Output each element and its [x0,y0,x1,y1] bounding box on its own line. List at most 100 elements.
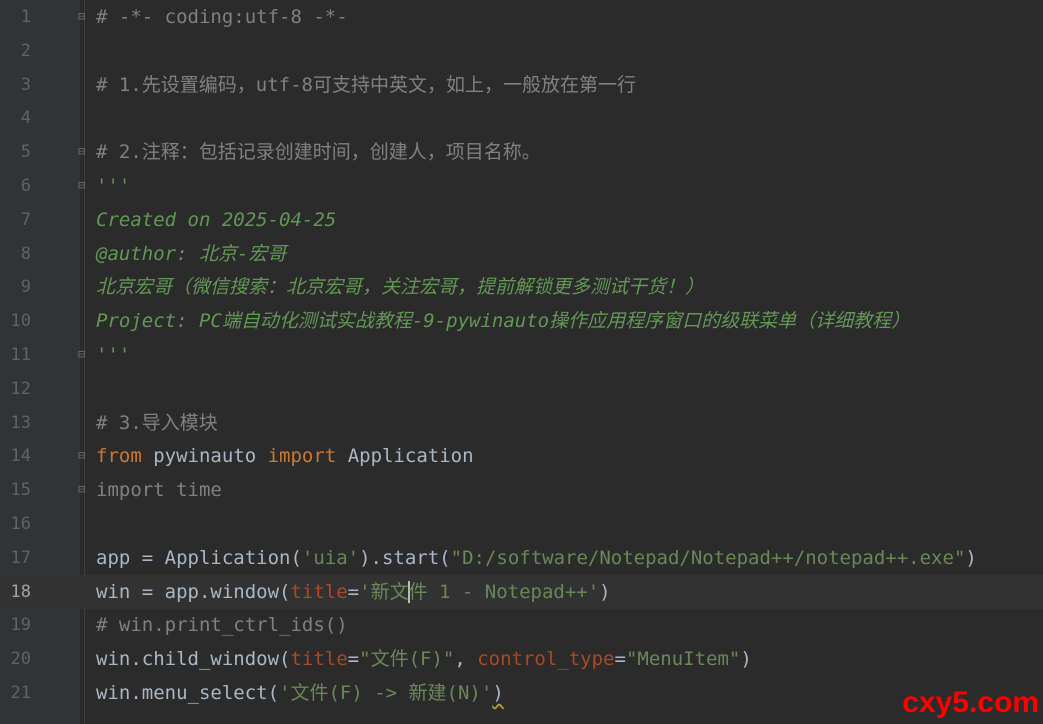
code-line[interactable]: 1 ⊟ # -*- coding:utf-8 -*- [0,0,1043,34]
code-token: import [267,445,337,468]
line-number: 13 [10,412,31,433]
line-number: 15 [10,480,31,501]
code-line[interactable]: 20 win.child_window(title="文件(F)", contro… [0,642,1043,676]
line-number: 20 [10,649,31,670]
fold-marker-icon[interactable]: ⊟ [78,10,88,22]
code-token: "D:/software/Notepad/Notepad++/notepad++… [450,546,966,569]
code-line[interactable]: 19 # win.print_ctrl_ids() [0,608,1043,642]
fold-marker-icon[interactable]: ⊟ [78,348,88,360]
fold-marker-icon[interactable]: ⊟ [78,483,88,495]
line-number: 2 [20,40,31,61]
code-token: app = Application( [96,546,302,569]
code-text[interactable]: # 3.导入模块 [96,406,218,440]
code-token: ) [599,580,611,603]
line-number: 17 [10,547,31,568]
code-token: "文件(F)" [359,648,455,671]
code-text[interactable]: import time [96,473,222,507]
fold-marker-icon[interactable]: ⊟ [78,179,88,191]
code-token: ) [965,546,977,569]
code-text[interactable]: # -*- coding:utf-8 -*- [96,0,348,34]
line-number: 4 [20,108,31,129]
fold-marker-icon[interactable]: ⊟ [78,449,88,461]
code-token: # 1.先设置编码，utf-8可支持中英文，如上，一般放在第一行 [96,73,636,96]
code-text[interactable]: 北京宏哥（微信搜索：北京宏哥，关注宏哥，提前解锁更多测试干货！） [96,270,704,304]
code-text[interactable]: @author: 北京-宏哥 [96,237,286,271]
watermark: cxy5.com [902,686,1039,719]
code-line[interactable]: 16 [0,507,1043,541]
code-token: Project: PC端自动化测试实战教程-9-pywinauto操作应用程序窗… [96,310,911,333]
code-line[interactable]: 11 ⊟ ''' [0,338,1043,372]
line-number: 19 [10,615,31,636]
code-line[interactable]: 13 # 3.导入模块 [0,406,1043,440]
code-token: title [290,580,348,603]
code-token: 'uia' [301,546,360,569]
line-number: 21 [10,683,31,703]
code-token: = [347,648,360,671]
line-number: 5 [20,142,31,163]
line-number: 7 [20,209,31,230]
line-number: 9 [20,277,31,298]
code-token: @author: 北京-宏哥 [96,242,287,265]
code-line[interactable]: 10 Project: PC端自动化测试实战教程-9-pywinauto操作应用程… [0,304,1043,338]
code-token: import time [96,479,222,502]
line-number: 16 [10,514,31,534]
code-text[interactable]: win.menu_select('文件(F) -> 新建(N)') [96,676,504,710]
code-token: Application [336,445,474,468]
code-text[interactable]: ''' [96,169,130,203]
code-line[interactable]: 8 @author: 北京-宏哥 [0,237,1043,271]
code-text[interactable]: win = app.window(title='新文件 1 - Notepad+… [96,575,611,609]
code-token: ) [492,682,504,704]
code-line[interactable]: 7 Created on 2025-04-25 [0,203,1043,237]
code-token: # win.print_ctrl_ids() [96,614,348,637]
line-number: 18 [10,581,31,602]
code-line[interactable]: 4 [0,101,1043,135]
code-text[interactable]: Created on 2025-04-25 [96,203,336,237]
code-token: pywinauto [141,445,268,468]
code-line[interactable]: 12 [0,372,1043,406]
code-line[interactable]: 6 ⊟ ''' [0,169,1043,203]
code-token: # -*- coding:utf-8 -*- [96,6,348,28]
code-text[interactable]: Project: PC端自动化测试实战教程-9-pywinauto操作应用程序窗… [96,304,910,338]
code-token: ).start( [359,546,451,569]
code-text[interactable]: ''' [96,338,130,372]
code-token: win.child_window( [96,648,291,671]
code-line[interactable]: 15 ⊟ import time [0,473,1043,507]
code-token: 件 1 - Notepad++' [408,580,600,603]
fold-marker-icon[interactable]: ⊟ [78,145,88,157]
code-line[interactable]: 21 win.menu_select('文件(F) -> 新建(N)') [0,676,1043,710]
line-number: 3 [20,74,31,95]
line-number: 1 [20,7,31,27]
code-token: from [96,445,142,468]
code-token: ''' [96,344,131,366]
code-line[interactable]: 9 北京宏哥（微信搜索：北京宏哥，关注宏哥，提前解锁更多测试干货！） [0,270,1043,304]
code-line[interactable]: 5 ⊟ # 2.注释：包括记录创建时间，创建人，项目名称。 [0,135,1043,169]
code-editor[interactable]: 1 ⊟ # -*- coding:utf-8 -*- 2 3 # 1.先设置编码，utf-… [0,0,1043,724]
code-token: '文件(F) -> 新建(N)' [279,682,493,704]
code-text[interactable]: # 2.注释：包括记录创建时间，创建人，项目名称。 [96,135,541,169]
line-number: 12 [10,378,31,399]
code-text[interactable]: win.child_window(title="文件(F)", control_… [96,642,752,676]
line-number: 6 [20,176,31,196]
code-token: '新文 [359,580,409,603]
code-line[interactable]: 14 ⊟ from pywinauto import Application [0,439,1043,473]
code-token: 北京宏哥（微信搜索：北京宏哥，关注宏哥，提前解锁更多测试干货！） [96,276,705,299]
code-line[interactable]: 2 [0,34,1043,68]
code-token: Created on 2025-04-25 [96,208,337,231]
line-number: 11 [10,345,31,365]
code-token: , [454,648,478,671]
code-token: = [614,648,626,671]
code-line[interactable]: 3 # 1.先设置编码，utf-8可支持中英文，如上，一般放在第一行 [0,68,1043,102]
code-token: = [347,580,360,603]
code-line[interactable]: 18 win = app.window(title='新文件 1 - Notepa… [0,574,1043,609]
code-text[interactable]: # 1.先设置编码，utf-8可支持中英文，如上，一般放在第一行 [96,68,636,102]
code-token: "MenuItem" [625,648,741,671]
code-text[interactable]: app = Application('uia').start("D:/softw… [96,541,977,575]
line-number: 10 [10,311,31,332]
line-number: 14 [10,446,31,467]
code-token: control_type [477,648,615,671]
code-token: ''' [96,175,131,197]
code-text[interactable]: from pywinauto import Application [96,439,474,473]
code-token: win.menu_select( [96,682,280,704]
code-line[interactable]: 17 app = Application('uia').start("D:/sof… [0,541,1043,575]
code-text[interactable]: # win.print_ctrl_ids() [96,608,348,642]
